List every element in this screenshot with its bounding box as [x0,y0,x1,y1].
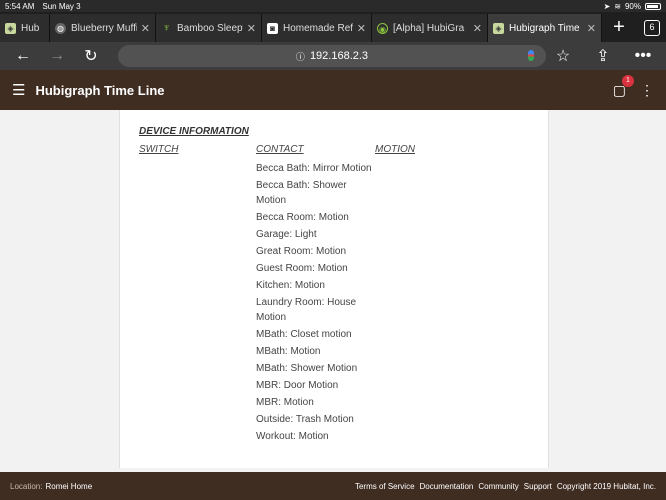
share-icon[interactable]: ⇪ [586,46,620,66]
browser-toolbar: ← → ↻ ⓘ 192.168.2.3 ☆ ⇪ ••• [0,42,666,70]
list-item: MBath: Closet motion [256,329,352,340]
footer-links: Terms of Service Documentation Community… [355,482,656,491]
tab-title: Blueberry Muffin [71,22,137,34]
hamburger-menu-icon[interactable]: ☰ [12,81,25,99]
community-link[interactable]: Community [478,482,518,491]
ios-status-bar: 5:54 AM Sun May 3 ➤ ≋ 90% [0,0,666,12]
list-item: MBath: Shower Motion [256,363,358,374]
battery-percent: 90% [624,1,641,11]
info-icon: ⓘ [295,51,305,62]
list-item: Workout: Motion [256,431,329,442]
column-header-motion: MOTION [375,144,415,155]
browser-tab-strip: ◈ Hub ◍ Blueberry Muffin ✕ ♆ Bamboo Slee… [0,12,666,42]
wifi-icon: ≋ [614,1,621,11]
hubitat-icon: ◈ [5,22,16,34]
list-item: Becca Bath: Mirror Motion [256,163,372,174]
section-title: DEVICE INFORMATION [139,126,249,137]
list-item: Laundry Room: House Motion [256,297,357,323]
globe-icon: ◍ [55,22,66,34]
documentation-link[interactable]: Documentation [420,482,474,491]
hubitat-icon: ◉ [377,22,388,34]
close-tab-icon[interactable]: ✕ [141,22,150,35]
close-tab-icon[interactable]: ✕ [587,22,596,35]
close-tab-icon[interactable]: ✕ [473,22,482,35]
browser-tab-blueberry-muffin[interactable]: ◍ Blueberry Muffin ✕ [50,14,156,42]
status-date: Sun May 3 [42,1,81,11]
notification-badge: 1 [622,74,634,87]
column-header-switch: SWITCH [139,144,179,155]
palm-icon: ♆ [162,21,171,34]
back-arrow-icon[interactable]: ← [6,47,40,65]
microphone-icon[interactable] [528,50,534,61]
location-arrow-icon: ➤ [603,1,611,11]
status-right: ➤ ≋ 90% [604,2,661,11]
url-text: 192.168.2.3 [309,50,369,62]
copyright-text: Copyright 2019 Hubitat, Inc. [556,481,656,491]
tab-title: Hub [21,22,40,34]
location-label: Location: [10,481,43,491]
toolbar-actions: ☆ ⇪ ••• [546,46,660,66]
page-title: Hubigraph Time Line [35,82,165,98]
clipped-text: ad4c4ec6b5d [137,110,197,113]
terms-link[interactable]: Terms of Service [355,482,415,491]
forward-arrow-icon[interactable]: → [40,47,74,65]
tab-switcher-button[interactable]: 6 [644,20,660,36]
browser-tab-hubigraph-timeline[interactable]: ◈ Hubigraph Time ✕ [488,14,602,42]
list-item: Kitchen: Motion [256,280,325,291]
list-item: Garage: Light [256,229,317,240]
browser-tab-homemade-refr[interactable]: ◙ Homemade Refr ✕ [262,14,372,42]
app-header: ☰ Hubigraph Time Line ▢ 1 ⋮ [0,70,666,110]
battery-icon [645,2,661,10]
status-time: 5:54 AM [5,1,35,11]
kebab-menu-icon[interactable]: ⋮ [640,82,654,99]
tab-title: Bamboo Sleepw [177,22,243,34]
close-tab-icon[interactable]: ✕ [357,22,366,35]
list-item: MBath: Motion [256,346,321,357]
hubitat-icon: ◈ [493,22,504,34]
notifications-icon[interactable]: ▢ 1 [613,74,634,99]
list-item: Great Room: Motion [256,246,347,257]
more-menu-icon[interactable]: ••• [626,47,660,65]
site-icon: ◙ [267,22,278,34]
device-info-card: ad4c4ec6b5d DEVICE INFORMATION SWITCH CO… [119,110,549,468]
location-value[interactable]: Romei Home [45,482,92,491]
list-item: MBR: Door Motion [256,380,339,391]
list-item: MBR: Motion [256,397,314,408]
tab-title: Hubigraph Time [509,22,580,34]
reload-icon[interactable]: ↻ [74,46,108,66]
contact-device-list: Becca Bath: Mirror Motion Becca Bath: Sh… [256,161,374,446]
browser-tab-bamboo-sleepwear[interactable]: ♆ Bamboo Sleepw ✕ [156,14,262,42]
column-header-contact: CONTACT [256,144,304,155]
list-item: Outside: Trash Motion [256,414,354,425]
list-item: Becca Room: Motion [256,212,349,223]
header-actions: ▢ 1 ⋮ [613,74,654,99]
support-link[interactable]: Support [524,482,552,491]
page-footer: Location: Romei Home Terms of Service Do… [0,472,666,500]
tab-title: [Alpha] HubiGra [393,22,465,34]
tab-title: Homemade Refr [283,22,353,34]
bookmark-star-icon[interactable]: ☆ [546,46,580,66]
new-tab-button[interactable]: + [602,14,636,42]
list-item: Guest Room: Motion [256,263,348,274]
address-bar[interactable]: ⓘ 192.168.2.3 [118,45,546,67]
list-item: Becca Bath: Shower Motion [256,180,347,206]
browser-tab-hub[interactable]: ◈ Hub [0,14,50,42]
browser-tab-alpha-hubigraph[interactable]: ◉ [Alpha] HubiGra ✕ [372,14,488,42]
close-tab-icon[interactable]: ✕ [247,22,256,35]
